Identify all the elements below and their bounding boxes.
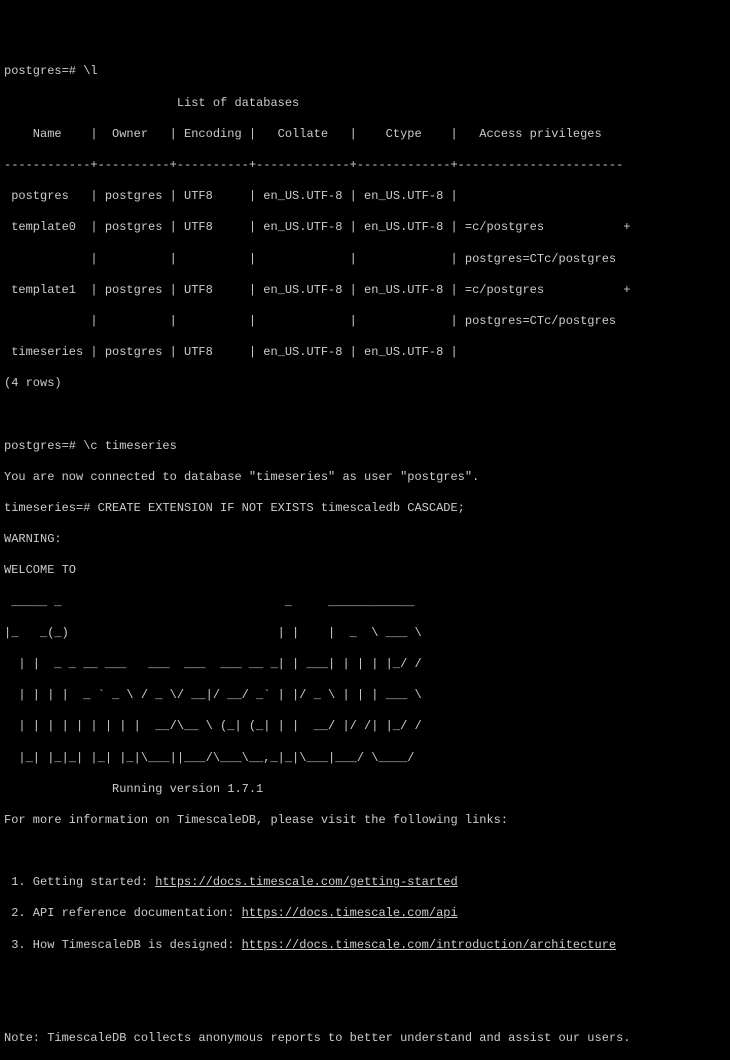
link-prefix: 3. How TimescaleDB is designed:: [4, 938, 242, 952]
blank-line: [4, 844, 726, 860]
psql-prompt-list: postgres=# \l: [4, 64, 726, 80]
connected-message: You are now connected to database "times…: [4, 470, 726, 486]
psql-prompt-create-extension: timeseries=# CREATE EXTENSION IF NOT EXI…: [4, 501, 726, 517]
more-info-line: For more information on TimescaleDB, ple…: [4, 813, 726, 829]
link-item: 1. Getting started: https://docs.timesca…: [4, 875, 726, 891]
table-divider: ------------+----------+----------+-----…: [4, 158, 726, 174]
link-item: 3. How TimescaleDB is designed: https://…: [4, 938, 726, 954]
ascii-art: |_ _(_) | | | _ \ ___ \: [4, 626, 726, 642]
table-row: template0 | postgres | UTF8 | en_US.UTF-…: [4, 220, 726, 236]
warning-label: WARNING:: [4, 532, 726, 548]
link-prefix: 1. Getting started:: [4, 875, 155, 889]
table-columns-header: Name | Owner | Encoding | Collate | Ctyp…: [4, 127, 726, 143]
table-row: | | | | | postgres=CTc/postgres: [4, 314, 726, 330]
ascii-art: | | | | _ ` _ \ / _ \/ __|/ __/ _` | |/ …: [4, 688, 726, 704]
psql-prompt-connect: postgres=# \c timeseries: [4, 439, 726, 455]
table-row: template1 | postgres | UTF8 | en_US.UTF-…: [4, 283, 726, 299]
row-count: (4 rows): [4, 376, 726, 392]
ascii-art: _____ _ _ ____________: [4, 595, 726, 611]
ascii-art: | | _ _ __ ___ ___ ___ ___ __ _| | ___| …: [4, 657, 726, 673]
table-row: timeseries | postgres | UTF8 | en_US.UTF…: [4, 345, 726, 361]
table-row: postgres | postgres | UTF8 | en_US.UTF-8…: [4, 189, 726, 205]
version-line: Running version 1.7.1: [4, 782, 726, 798]
blank-line: [4, 1000, 726, 1016]
note-line: Note: TimescaleDB collects anonymous rep…: [4, 1031, 726, 1047]
welcome-label: WELCOME TO: [4, 563, 726, 579]
table-title: List of databases: [4, 96, 726, 112]
link-url: https://docs.timescale.com/introduction/…: [242, 938, 616, 952]
ascii-art: |_| |_|_| |_| |_|\___||___/\___\__,_|_|\…: [4, 751, 726, 767]
table-row: | | | | | postgres=CTc/postgres: [4, 252, 726, 268]
link-item: 2. API reference documentation: https://…: [4, 906, 726, 922]
link-url: https://docs.timescale.com/getting-start…: [155, 875, 457, 889]
link-prefix: 2. API reference documentation:: [4, 906, 242, 920]
blank-line: [4, 969, 726, 985]
link-url: https://docs.timescale.com/api: [242, 906, 458, 920]
ascii-art: | | | | | | | | | __/\__ \ (_| (_| | | _…: [4, 719, 726, 735]
blank-line: [4, 407, 726, 423]
